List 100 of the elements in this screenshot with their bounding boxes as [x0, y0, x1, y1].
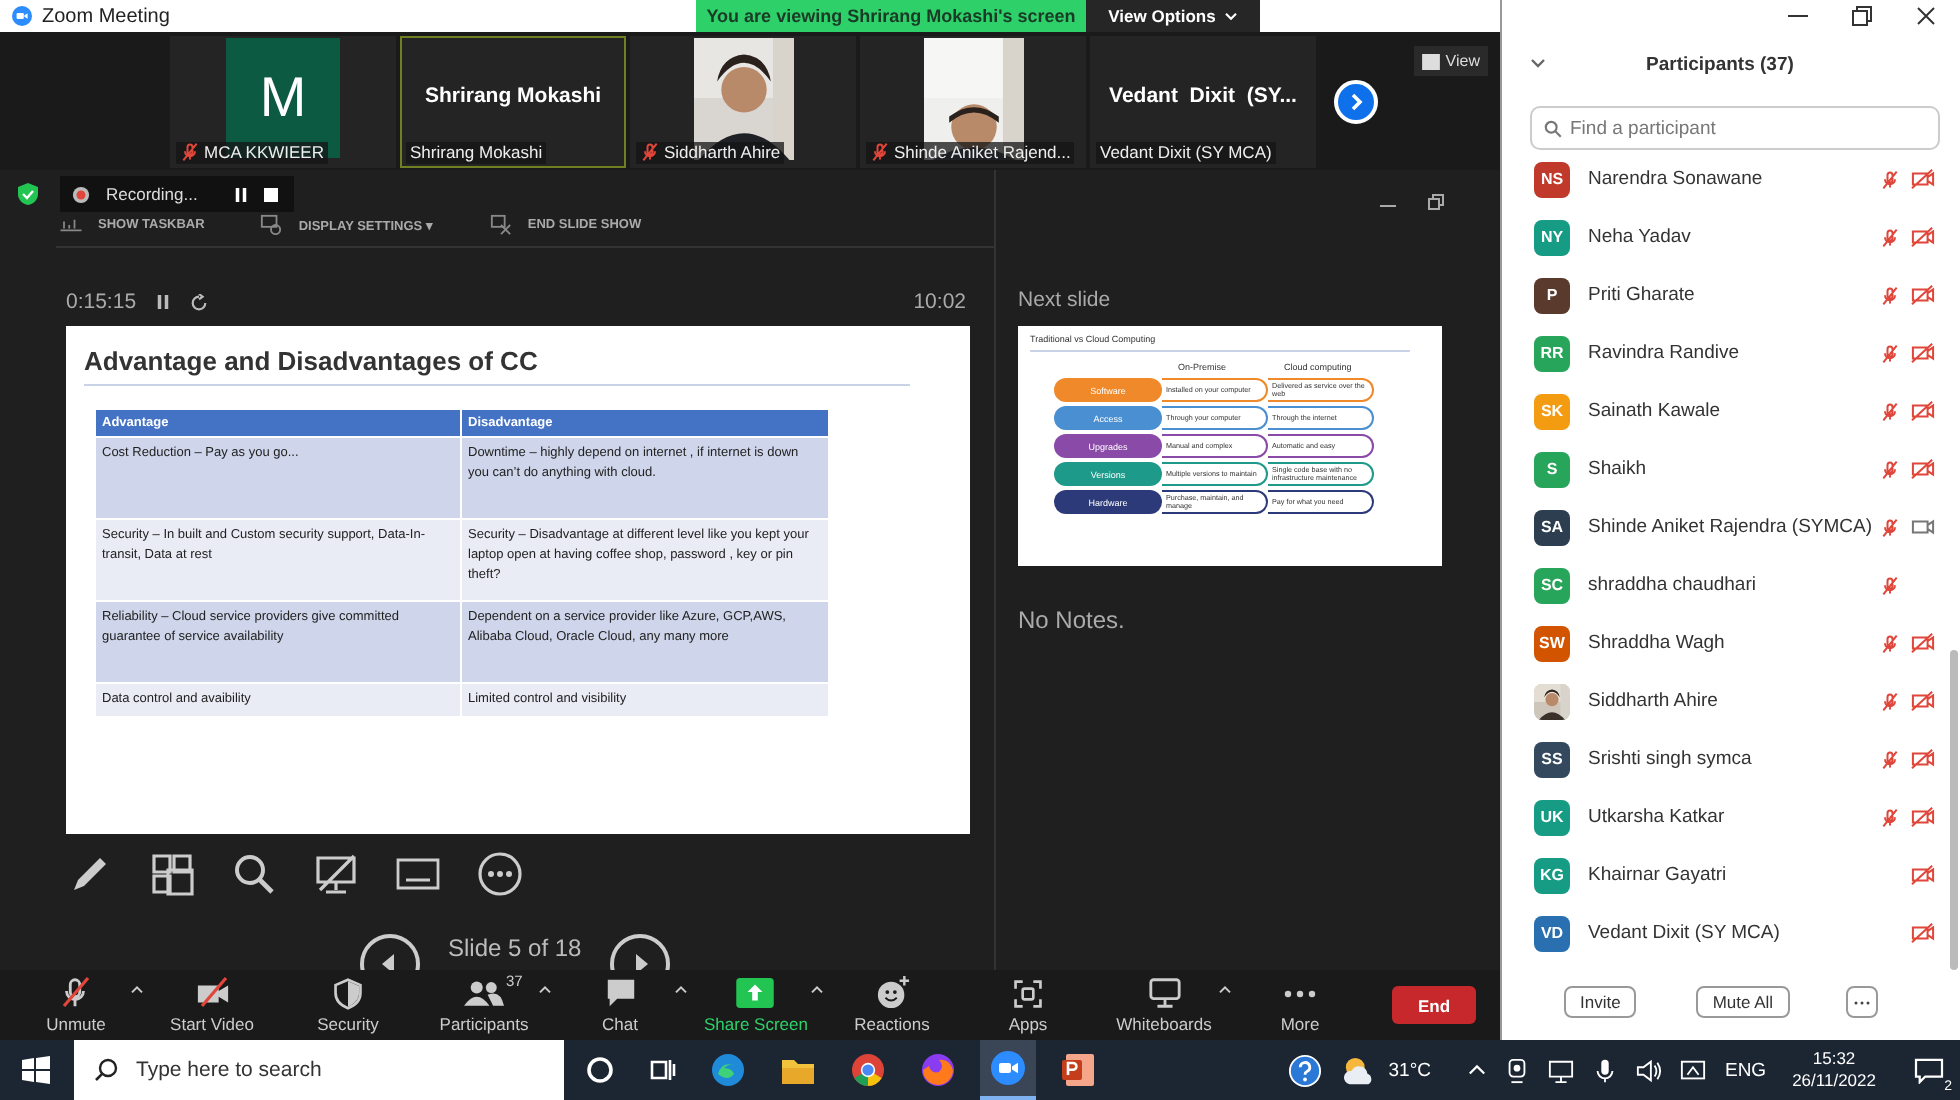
video-off-icon — [1910, 400, 1936, 422]
more-icon[interactable] — [478, 852, 522, 896]
end-button[interactable]: End — [1392, 986, 1476, 1024]
participant-row[interactable]: UK Utkarsha Katkar — [1502, 788, 1960, 846]
participant-label: MCA KKWIEER — [204, 141, 324, 163]
display-icon[interactable] — [1680, 1057, 1707, 1083]
shield-icon — [332, 977, 364, 1009]
browser-icon[interactable] — [710, 1052, 746, 1088]
video-tile[interactable]: Siddharth Ahire — [630, 35, 856, 167]
people-icon — [463, 978, 504, 1008]
shield-icon — [16, 182, 40, 206]
camera-icon[interactable] — [1504, 1057, 1531, 1083]
windows-logo-icon[interactable] — [22, 1056, 50, 1084]
help-icon[interactable] — [1288, 1053, 1323, 1087]
participant-row[interactable]: P Priti Gharate — [1502, 266, 1960, 324]
video-tile[interactable]: M MCA KKWIEER — [170, 35, 396, 167]
restore-icon[interactable] — [1852, 6, 1872, 26]
caret-icon[interactable] — [810, 984, 824, 994]
circle-icon[interactable] — [586, 1056, 614, 1084]
muted-mic-icon — [1879, 691, 1899, 711]
search-field[interactable]: Find a participant — [1530, 106, 1940, 150]
participant-row[interactable]: SS Srishti singh symca — [1502, 730, 1960, 788]
toolbar-button[interactable]: Whiteboards — [1116, 976, 1212, 1034]
participant-row[interactable]: NY Neha Yadav — [1502, 208, 1960, 266]
video-tile[interactable]: Vedant Dixit (SY... Vedant Dixit (SY MCA) — [1090, 35, 1316, 167]
more-icon — [1851, 999, 1872, 1005]
toolbar-button[interactable]: Reactions — [854, 976, 930, 1034]
taskbar-search-field[interactable]: Type here to search — [74, 1040, 564, 1100]
restore-icon[interactable] — [1428, 194, 1444, 210]
avatar: NS — [1534, 161, 1570, 197]
video-off-icon — [1910, 284, 1936, 306]
view-button[interactable]: View — [1413, 46, 1488, 76]
toolbar-button[interactable]: Share Screen — [704, 976, 808, 1034]
search-icon[interactable] — [232, 852, 276, 896]
toolbar-button[interactable]: Chat — [602, 976, 638, 1034]
panel-title: Participants (37) — [1646, 53, 1794, 75]
presentation-app-icon[interactable] — [1060, 1052, 1096, 1088]
caret-up-icon[interactable] — [1468, 1064, 1487, 1076]
view-options-button[interactable]: View Options — [1086, 0, 1260, 32]
speaker-icon[interactable] — [1636, 1057, 1663, 1083]
elapsed-time: 0:15:15 — [66, 290, 137, 314]
toolbar-button[interactable]: Start Video — [170, 976, 254, 1034]
pause-icon[interactable] — [233, 187, 248, 201]
task-view-icon[interactable] — [648, 1056, 676, 1084]
participant-row[interactable]: Siddharth Ahire — [1502, 672, 1960, 730]
reset-icon[interactable] — [190, 293, 209, 311]
slide-title: Advantage and Disadvantages of CC — [84, 346, 540, 376]
clock-time: 15:32 — [1812, 1048, 1856, 1070]
taskbar-app-button[interactable] — [980, 1040, 1036, 1100]
toolbar-button[interactable]: Unmute — [46, 976, 106, 1034]
browser-icon[interactable] — [920, 1052, 956, 1088]
monitor-slash-icon[interactable] — [314, 852, 358, 896]
avatar: P — [1534, 277, 1570, 313]
whiteboard-icon — [1147, 976, 1181, 1010]
participant-row[interactable]: RR Ravindra Randive — [1502, 324, 1960, 382]
video-tile[interactable]: Shinde Aniket Rajend... — [860, 35, 1086, 167]
caret-icon[interactable] — [1218, 984, 1232, 994]
scrollbar[interactable] — [1950, 650, 1958, 970]
panel-button[interactable]: Mute All — [1696, 986, 1790, 1018]
participant-row[interactable]: KG Khairnar Gayatri — [1502, 846, 1960, 904]
browser-icon[interactable] — [850, 1052, 886, 1088]
caret-icon[interactable] — [130, 984, 144, 994]
chevron-right-icon — [1346, 91, 1366, 111]
participant-row[interactable]: S Shaikh — [1502, 440, 1960, 498]
more-button[interactable] — [1845, 986, 1878, 1018]
toolbar-button[interactable]: Apps — [1008, 976, 1048, 1034]
toolbar-button[interactable]: More — [1280, 976, 1320, 1034]
chevron-down-icon[interactable] — [1530, 58, 1546, 70]
video-off-icon — [1910, 458, 1936, 480]
video-icon — [1910, 516, 1936, 538]
muted-mic-icon — [1879, 633, 1899, 653]
close-icon[interactable] — [1916, 6, 1936, 26]
mic-icon[interactable] — [1592, 1057, 1619, 1083]
apps-icon — [1012, 977, 1044, 1009]
video-tile[interactable]: Shrirang Mokashi Shrirang Mokashi — [400, 35, 626, 167]
toolbar-button[interactable]: Security — [317, 976, 379, 1034]
participant-row[interactable]: SC shraddha chaudhari — [1502, 556, 1960, 614]
participant-row[interactable]: SA Shinde Aniket Rajendra (SYMCA) — [1502, 498, 1960, 556]
video-off-icon — [1910, 168, 1936, 190]
more-icon — [1284, 989, 1316, 997]
participant-row[interactable]: SW Shraddha Wagh — [1502, 614, 1960, 672]
stop-icon[interactable] — [263, 187, 278, 201]
next-slide-label: Next slide — [1018, 288, 1113, 316]
participant-row[interactable]: SK Sainath Kawale — [1502, 382, 1960, 440]
caret-icon[interactable] — [538, 984, 552, 994]
participant-row[interactable]: VD Vedant Dixit (SY MCA) — [1502, 904, 1960, 962]
avatar: RR — [1534, 335, 1570, 371]
panel-button[interactable]: Invite — [1564, 986, 1637, 1018]
avatar: SC — [1534, 567, 1570, 603]
pen-icon[interactable] — [68, 852, 112, 896]
video-off-icon — [1910, 922, 1936, 944]
smiley-plus-icon — [875, 976, 909, 1010]
slide-counter: Slide 5 of 18 — [448, 934, 582, 962]
pause-icon[interactable] — [156, 294, 171, 310]
input-language[interactable]: ENG — [1724, 1059, 1767, 1081]
next-page-button[interactable] — [1334, 79, 1378, 123]
avatar: SS — [1534, 741, 1570, 777]
participant-row[interactable]: NS Narendra Sonawane — [1502, 150, 1960, 208]
participant-label: Shinde Aniket Rajend... — [894, 141, 1071, 163]
caret-icon[interactable] — [674, 984, 688, 994]
